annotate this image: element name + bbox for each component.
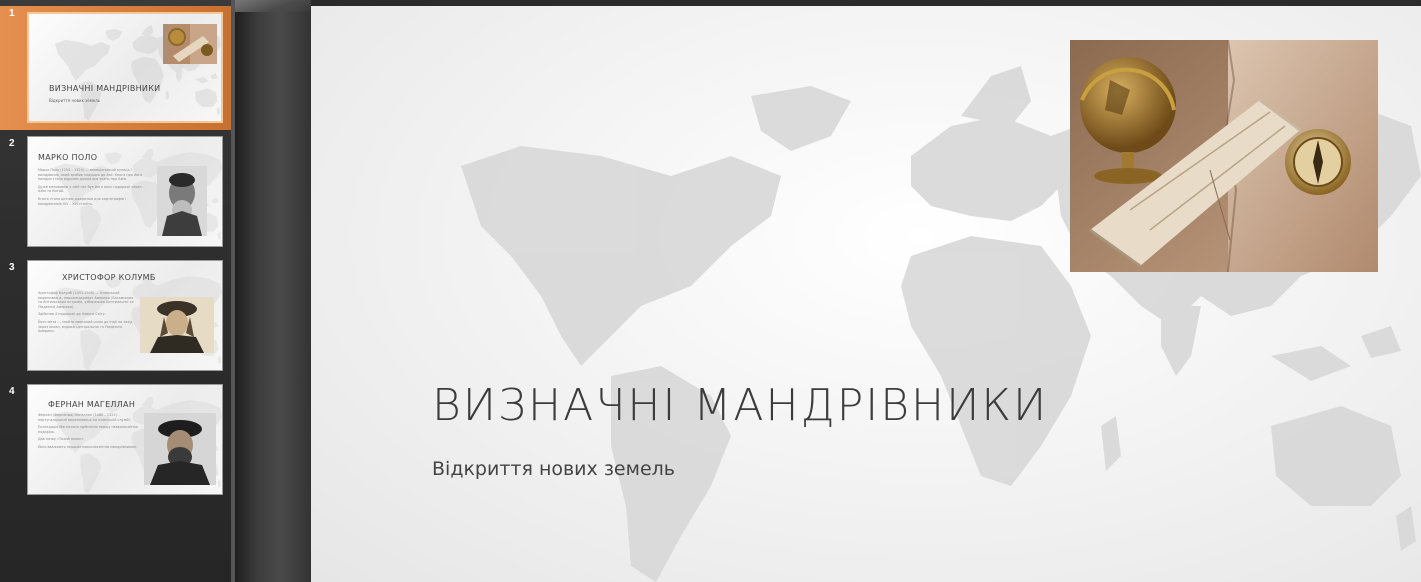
slide-thumbnail-1[interactable]: ВИЗНАЧНІ МАНДРІВНИКИ Відкриття нових зем… (27, 12, 223, 123)
bullet: Христофор Колумб (1451-1506) — іспанськи… (38, 291, 134, 309)
splitter-highlight (235, 0, 311, 12)
bullet: Здійснив 4 подорожі до Нового Світу. (38, 312, 106, 317)
slide-thumbnail-3[interactable]: ХРИСТОФОР КОЛУМБ Христофор Колумб (1451-… (27, 260, 223, 371)
slide-number: 2 (9, 138, 15, 149)
globe-and-map-image (163, 24, 217, 64)
current-slide[interactable]: ВИЗНАЧНІ МАНДРІВНИКИ Відкриття нових зем… (311, 6, 1421, 582)
slide-thumbnail-2[interactable]: МАРКО ПОЛО Марко Поло (1254 – 1324) — ве… (27, 136, 223, 247)
globe-compass-scroll-image (1070, 40, 1378, 272)
slide-thumbnail-row-3[interactable]: 3 ХРИСТОФОР КОЛУМБ Христофор Колумб (145… (0, 260, 231, 374)
bullet: Фернан (Фернандо) Магеллан (1480 – 1521)… (38, 413, 131, 422)
thumbnail-title: ВИЗНАЧНІ МАНДРІВНИКИ (49, 84, 161, 93)
bullet: Експедиція Магеллана здійснила першу нав… (38, 425, 138, 434)
slide-number: 1 (9, 8, 15, 19)
columbus-portrait (140, 297, 214, 353)
magellan-portrait (144, 413, 216, 485)
bullet: Книга стала цінним джерелом для картогра… (38, 196, 126, 206)
slide-thumbnail-row-1[interactable]: 1 ВИЗНАЧНІ МАНДРІВНИКИ Відкриття нових з… (0, 6, 231, 130)
bullet: Його вважають першим навколосвітнім манд… (38, 444, 137, 449)
bullet: Марко Поло (1254 – 1324) — венеціанський… (38, 168, 143, 182)
thumbnail-subtitle: Відкриття нових земель (49, 98, 101, 103)
bullet: Дав назву «Тихий океан». (38, 437, 85, 442)
slides-panel: 1 ВИЗНАЧНІ МАНДРІВНИКИ Відкриття нових з… (0, 0, 231, 582)
slide-title[interactable]: ВИЗНАЧНІ МАНДРІВНИКИ (432, 380, 1048, 431)
thumbnail-bullets: Христофор Колумб (1451-1506) — іспанськи… (38, 291, 138, 337)
thumbnail-bullets: Фернан (Фернандо) Магеллан (1480 – 1521)… (38, 413, 138, 453)
marco-polo-portrait (157, 166, 207, 236)
bullet: Його мета — знайти морський шлях до Інді… (38, 319, 133, 334)
slide-number: 4 (9, 386, 15, 397)
bullet: Дуже впливовим у свій час був його опис … (38, 184, 142, 194)
thumbnail-bullets: Марко Поло (1254 – 1324) — венеціанський… (38, 168, 143, 209)
slide-subtitle[interactable]: Відкриття нових земель (432, 458, 675, 480)
thumbnail-title: ХРИСТОФОР КОЛУМБ (62, 273, 156, 282)
thumbnail-title: ФЕРНАН МАГЕЛЛАН (48, 400, 136, 409)
panel-splitter[interactable] (235, 0, 311, 582)
slide-thumbnail-4[interactable]: ФЕРНАН МАГЕЛЛАН Фернан (Фернандо) Магелл… (27, 384, 223, 495)
slide-number: 3 (9, 262, 15, 273)
slide-thumbnail-row-2[interactable]: 2 МАРКО ПОЛО Марко Поло (1254 – 1324) — … (0, 136, 231, 250)
thumbnail-title: МАРКО ПОЛО (38, 153, 98, 162)
slide-thumbnail-row-4[interactable]: 4 ФЕРНАН МАГЕЛЛАН Фернан (Фернандо) Маге… (0, 384, 231, 498)
